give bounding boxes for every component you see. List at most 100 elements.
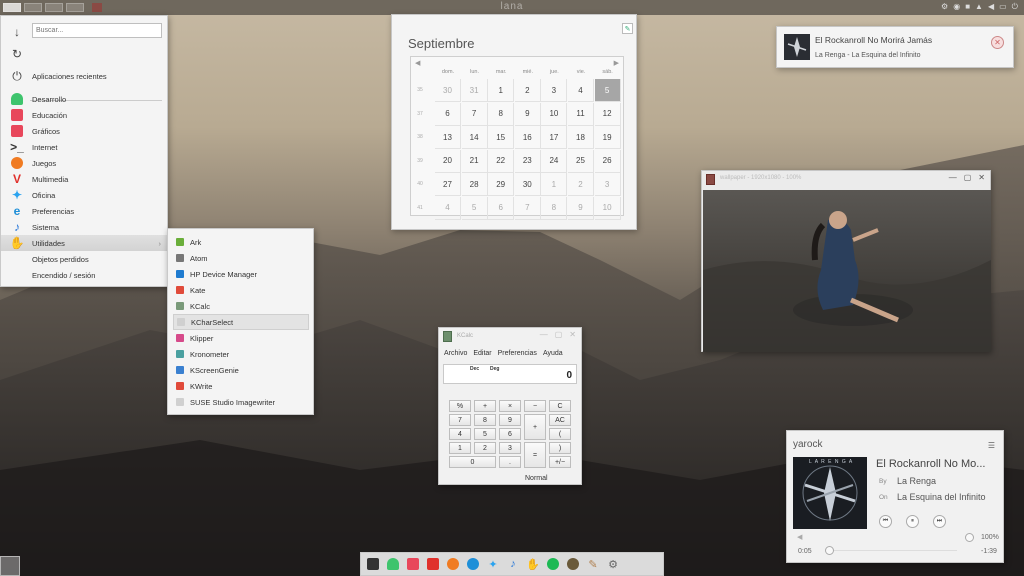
previous-track-icon[interactable]: ⏮ <box>879 515 892 528</box>
calc-key[interactable]: . <box>499 456 521 468</box>
settings-icon[interactable]: ⚙ <box>605 556 621 572</box>
next-track-icon[interactable]: ⏭ <box>933 515 946 528</box>
utility-item[interactable]: KCalc <box>173 298 309 314</box>
utility-item[interactable]: Atom <box>173 250 309 266</box>
calc-key[interactable]: % <box>449 400 471 412</box>
calendar-day[interactable]: 9 <box>514 102 541 126</box>
recent-apps-item[interactable]: ⏻ Aplicaciones recientes <box>1 68 169 84</box>
calendar-day[interactable]: 5 <box>461 196 488 220</box>
calendar-day[interactable]: 25 <box>568 149 594 173</box>
calendar-day[interactable]: 6 <box>435 102 461 126</box>
calendar-day[interactable]: 18 <box>568 126 594 149</box>
utility-item[interactable]: SUSE Studio Imagewriter <box>173 394 309 410</box>
calc-key[interactable]: C <box>549 400 571 412</box>
refresh-row[interactable]: ↻ <box>1 46 169 62</box>
twitter-icon[interactable]: ✦ <box>485 556 501 572</box>
calc-key[interactable]: 3 <box>499 442 521 454</box>
calendar-day[interactable]: 14 <box>461 126 488 149</box>
desktop-corner[interactable] <box>0 556 20 576</box>
calendar-day[interactable]: 3 <box>594 173 621 196</box>
calendar-day[interactable]: 6 <box>488 196 515 220</box>
menu-editar[interactable]: Editar <box>473 350 491 357</box>
calendar-day[interactable]: 22 <box>488 149 515 173</box>
terminal-icon[interactable] <box>365 556 381 572</box>
category-item[interactable]: Educación <box>1 107 169 123</box>
calc-key[interactable]: 6 <box>499 428 521 440</box>
spotify-icon[interactable] <box>545 556 561 572</box>
calc-key[interactable]: 0 <box>449 456 496 468</box>
prev-month-icon[interactable]: ◀ <box>415 59 420 67</box>
calendar-day[interactable]: 17 <box>541 126 568 149</box>
category-item[interactable]: e Preferencias <box>1 203 169 219</box>
kcalc-titlebar[interactable]: KCalc — ▢ ✕ <box>439 328 581 345</box>
calendar-day[interactable]: 1 <box>488 79 515 102</box>
utility-item[interactable]: KScreenGenie <box>173 362 309 378</box>
calendar-day[interactable]: 12 <box>594 102 621 126</box>
calendar-day[interactable]: 1 <box>541 173 568 196</box>
minimize-icon[interactable]: — <box>949 173 957 182</box>
calc-key[interactable]: 8 <box>474 414 496 426</box>
calendar-day[interactable]: 4 <box>435 196 461 220</box>
settings-icon[interactable]: ⚙ <box>941 2 948 12</box>
category-item[interactable]: Juegos <box>1 155 169 171</box>
next-month-icon[interactable]: ▶ <box>614 59 619 67</box>
calendar-day[interactable]: 23 <box>514 149 541 173</box>
calendar-day[interactable]: 2 <box>568 173 594 196</box>
seek-bar[interactable] <box>831 550 957 554</box>
maximize-icon[interactable]: ▢ <box>964 173 972 182</box>
menu-archivo[interactable]: Archivo <box>444 350 467 357</box>
category-item[interactable]: Objetos perdidos <box>1 251 169 267</box>
calendar-day[interactable]: 7 <box>514 196 541 220</box>
calendar-day[interactable]: 2 <box>514 79 541 102</box>
calendar-day[interactable]: 27 <box>435 173 461 196</box>
calc-key[interactable]: + <box>474 400 496 412</box>
category-item[interactable]: Desarrollo <box>1 91 169 107</box>
calendar-day[interactable]: 28 <box>461 173 488 196</box>
calendar-day[interactable]: 24 <box>541 149 568 173</box>
edge-icon[interactable] <box>465 556 481 572</box>
calc-key[interactable]: ) <box>549 442 571 454</box>
menu-ayuda[interactable]: Ayuda <box>543 350 563 357</box>
calc-key[interactable]: 2 <box>474 442 496 454</box>
calendar-day[interactable]: 20 <box>435 149 461 173</box>
calc-key[interactable]: AC <box>549 414 571 426</box>
seek-knob[interactable] <box>825 546 834 555</box>
calendar-day[interactable]: 8 <box>541 196 568 220</box>
utility-item[interactable]: KWrite <box>173 378 309 394</box>
calc-key[interactable]: 7 <box>449 414 471 426</box>
minimize-icon[interactable]: — <box>540 330 548 339</box>
folder-icon[interactable]: ■ <box>965 2 970 12</box>
paint-icon[interactable] <box>565 556 581 572</box>
music-note-icon[interactable]: ♪ <box>505 556 521 572</box>
calc-key[interactable]: − <box>524 400 546 412</box>
calendar-day[interactable]: 8 <box>488 102 515 126</box>
calendar-day[interactable]: 3 <box>541 79 568 102</box>
calendar-day[interactable]: 30 <box>435 79 461 102</box>
calc-key[interactable]: + <box>524 414 546 440</box>
calc-key[interactable]: 1 <box>449 442 471 454</box>
battery-icon[interactable]: ▭ <box>999 2 1007 12</box>
calc-key[interactable]: 4 <box>449 428 471 440</box>
close-icon[interactable]: ✕ <box>978 173 985 182</box>
calendar-day[interactable]: 10 <box>594 196 621 220</box>
menu-preferencias[interactable]: Preferencias <box>498 350 537 357</box>
hand-icon[interactable]: ✋ <box>525 556 541 572</box>
utility-item[interactable]: KCharSelect <box>173 314 309 330</box>
close-icon[interactable]: ✕ <box>991 36 1004 49</box>
calc-key[interactable]: 5 <box>474 428 496 440</box>
utility-item[interactable]: Ark <box>173 234 309 250</box>
network-icon[interactable]: ◉ <box>953 2 960 12</box>
education-icon[interactable] <box>405 556 421 572</box>
close-icon[interactable]: ✕ <box>569 330 576 339</box>
notifications-icon[interactable]: ▲ <box>975 2 983 12</box>
firefox-icon[interactable] <box>445 556 461 572</box>
category-item[interactable]: Encendido / sesión <box>1 267 169 283</box>
utility-item[interactable]: HP Device Manager <box>173 266 309 282</box>
calendar-day[interactable]: 11 <box>568 102 594 126</box>
calendar-day[interactable]: 13 <box>435 126 461 149</box>
calendar-day[interactable]: 7 <box>461 102 488 126</box>
maximize-icon[interactable]: ▢ <box>555 330 563 339</box>
calc-key[interactable]: 9 <box>499 414 521 426</box>
volume-slider-knob[interactable] <box>965 533 974 542</box>
category-item[interactable]: V Multimedia <box>1 171 169 187</box>
